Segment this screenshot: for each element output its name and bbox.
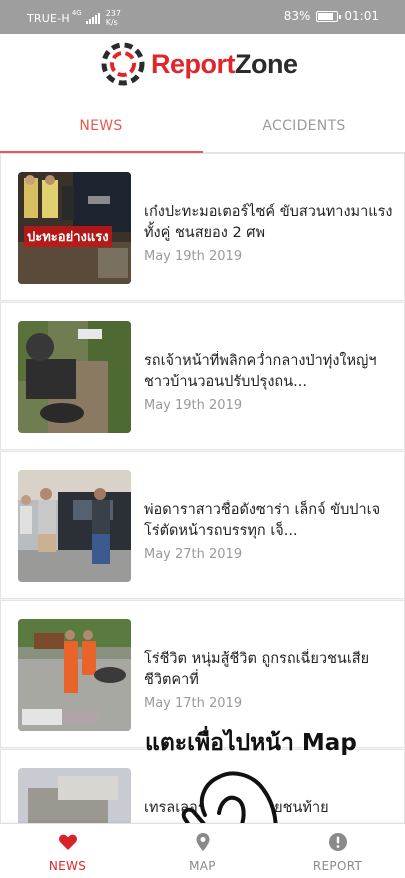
tab-bar: NEWS ACCIDENTS (0, 98, 405, 153)
news-thumbnail[interactable] (18, 470, 131, 582)
news-thumbnail[interactable] (18, 619, 131, 731)
nav-map-label: MAP (189, 859, 216, 873)
logo-zone-text: Zone (235, 48, 298, 79)
speed-unit: K/s (105, 18, 118, 27)
news-title[interactable]: รถเจ้าหน้าที่พลิกคว่ำกลางป่าทุ่งใหญ่ฯ ชา… (144, 351, 394, 393)
reportzone-logo: ReportZone (100, 41, 298, 87)
speed-value: 237 (105, 9, 121, 18)
network-speed: 237 K/s (106, 9, 121, 27)
battery-fill (318, 12, 334, 20)
tab-news[interactable]: NEWS (0, 98, 202, 153)
logo-target-icon (101, 42, 145, 86)
battery-percent: 83% (283, 9, 311, 23)
nav-news[interactable]: NEWS (0, 824, 135, 878)
news-thumbnail[interactable] (18, 321, 131, 433)
network-type: 4G (71, 9, 82, 17)
status-bar: TRUE-H 4G 237 K/s 83% 01:01 (0, 0, 405, 34)
news-card[interactable]: ปะทะอย่างแรง เก๋งปะทะมอเตอร์ไซค์ ขับสวนท… (0, 153, 405, 301)
thumbnail-caption: ปะทะอย่างแรง (24, 226, 112, 247)
news-title[interactable]: เก๋งปะทะมอเตอร์ไซค์ ขับสวนทางมาแรงทั้งคู… (144, 202, 394, 244)
news-list[interactable]: ปะทะอย่างแรง เก๋งปะทะมอเตอร์ไซค์ ขับสวนท… (0, 153, 405, 823)
news-date: May 19th 2019 (144, 249, 243, 264)
logo-report-text: Report (151, 48, 236, 79)
carrier-name: TRUE-H (27, 11, 70, 25)
status-right: 83% 01:01 (284, 9, 379, 23)
news-date: May 27th 2019 (144, 547, 243, 562)
nav-report[interactable]: REPORT (270, 824, 405, 878)
status-left: TRUE-H 4G 237 K/s (27, 9, 121, 27)
bottom-nav: NEWS MAP REPORT (0, 823, 405, 878)
news-title[interactable]: โร่ชีวิต หนุ่มสู้ชีวิต ถูกรถเฉี่ยวชนเสีย… (144, 649, 394, 691)
map-icon (196, 833, 209, 851)
news-card[interactable]: พ่อดาราสาวชื่อดังซาร่า เล็กจ์ ขับปาเจโร่… (0, 451, 405, 599)
news-thumbnail[interactable]: ปะทะอย่างแรง (18, 172, 131, 284)
news-date: May 19th 2019 (144, 398, 243, 413)
news-title[interactable]: พ่อดาราสาวชื่อดังซาร่า เล็กจ์ ขับปาเจโร่… (144, 500, 394, 542)
nav-report-label: REPORT (312, 859, 363, 873)
heart-icon (58, 834, 77, 850)
news-thumbnail[interactable] (18, 768, 131, 823)
logo-text: ReportZone (151, 49, 298, 80)
clock: 01:01 (344, 9, 379, 23)
app-header: ReportZone (0, 34, 405, 98)
tab-accidents[interactable]: ACCIDENTS (203, 98, 405, 153)
alert-icon (328, 833, 347, 851)
news-date: May 17th 2019 (144, 696, 243, 711)
signal-icon (85, 12, 100, 24)
battery-icon (316, 10, 342, 22)
nav-map[interactable]: MAP (135, 824, 270, 878)
nav-news-label: NEWS (48, 859, 87, 873)
news-card[interactable]: รถเจ้าหน้าที่พลิกคว่ำกลางป่าทุ่งใหญ่ฯ ชา… (0, 302, 405, 450)
